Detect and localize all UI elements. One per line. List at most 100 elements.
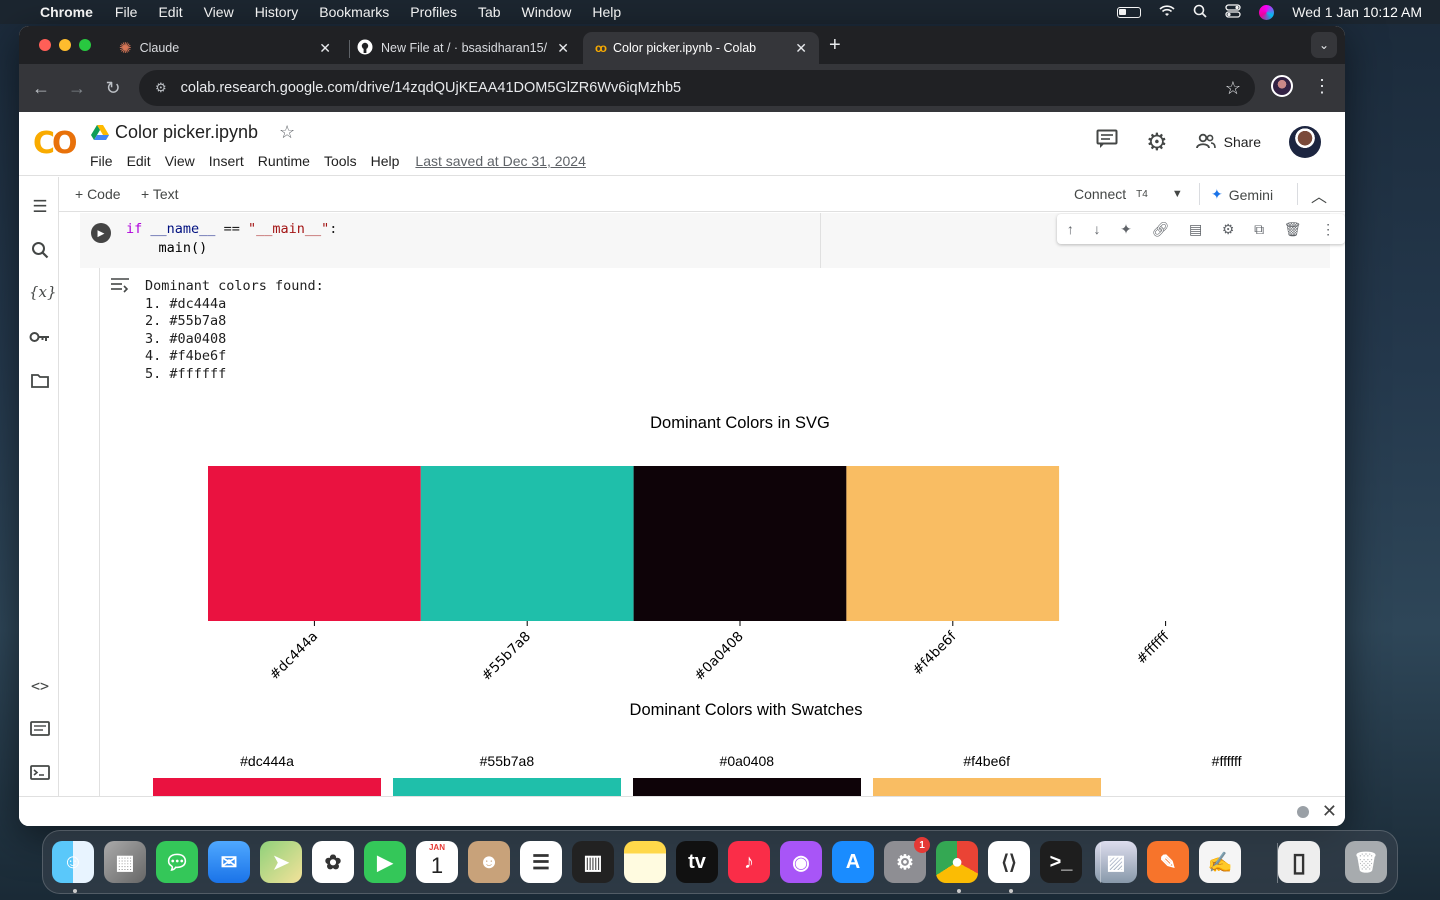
minimize-window-button[interactable]	[59, 39, 71, 51]
chevron-up-icon[interactable]: ︿	[1311, 183, 1327, 207]
star-icon[interactable]: ☆	[279, 122, 295, 143]
table-of-contents-icon[interactable]: ☰	[29, 197, 51, 217]
menu-history[interactable]: History	[255, 4, 299, 20]
menu-bookmarks[interactable]: Bookmarks	[319, 4, 389, 20]
photos-icon[interactable]: ✿	[312, 841, 354, 883]
output-actions-icon[interactable]	[110, 277, 130, 298]
colab-menu-tools[interactable]: Tools	[324, 153, 357, 169]
search-icon[interactable]	[29, 241, 51, 264]
add-text-button[interactable]: + Text	[141, 186, 179, 202]
user-avatar[interactable]	[1289, 126, 1321, 158]
piano-icon[interactable]: ▥	[572, 841, 614, 883]
close-icon[interactable]: ✕	[795, 40, 807, 57]
gemini-button[interactable]: ✦ Gemini	[1211, 186, 1273, 203]
drive-icon[interactable]	[91, 125, 109, 141]
back-icon[interactable]: ←	[23, 78, 59, 99]
address-bar[interactable]: ⚙ colab.research.google.com/drive/14zqdQ…	[139, 70, 1255, 106]
profile-avatar[interactable]	[1271, 75, 1293, 97]
launchpad-icon[interactable]: ▦	[104, 841, 146, 883]
wifi-icon[interactable]	[1159, 4, 1175, 20]
chevron-down-icon[interactable]: ▼	[1172, 188, 1183, 200]
menu-window[interactable]: Window	[522, 4, 572, 20]
colab-menu-runtime[interactable]: Runtime	[258, 153, 310, 169]
variables-icon[interactable]: {x}	[29, 283, 57, 301]
last-saved-link[interactable]: Last saved at Dec 31, 2024	[415, 153, 585, 169]
facetime-icon[interactable]: ▶	[364, 841, 406, 883]
system-settings-icon[interactable]: ⚙ 1	[884, 837, 930, 883]
music-icon[interactable]: ♪	[728, 841, 770, 883]
bookmark-star-icon[interactable]: ☆	[1225, 78, 1241, 99]
tab-colab[interactable]: co Color picker.ipynb - Colab ✕	[583, 32, 819, 64]
settings-gear-icon[interactable]: ⚙	[1146, 128, 1168, 157]
move-up-icon[interactable]: ↑	[1067, 221, 1074, 237]
tv-icon[interactable]: tv	[676, 841, 718, 883]
terminal-icon[interactable]	[29, 765, 51, 785]
menu-help[interactable]: Help	[592, 4, 621, 20]
messages-icon[interactable]: 💬︎	[156, 841, 198, 883]
tab-claude[interactable]: ✺ Claude ✕	[107, 32, 343, 64]
siri-icon[interactable]	[1259, 4, 1275, 20]
menu-app-name[interactable]: Chrome	[40, 4, 93, 20]
contacts-icon[interactable]: ☻	[468, 841, 510, 883]
add-code-button[interactable]: + Code	[75, 186, 121, 202]
more-options-icon[interactable]: ⋮	[1321, 221, 1335, 238]
notes-icon[interactable]	[624, 841, 666, 883]
code-cell[interactable]: ▶ if __name__ == "__main__": main() ↑ ↓ …	[80, 213, 1345, 268]
site-info-icon[interactable]: ⚙	[155, 80, 167, 96]
spotlight-icon[interactable]	[1193, 4, 1207, 21]
python-folder-icon[interactable]: ▯	[1278, 841, 1320, 883]
preview-icon[interactable]: ▨	[1095, 841, 1137, 883]
terminal-icon[interactable]: >_	[1040, 841, 1082, 883]
menu-view[interactable]: View	[204, 4, 234, 20]
cell-settings-icon[interactable]: ⚙	[1222, 221, 1235, 238]
colab-menu-edit[interactable]: Edit	[127, 153, 151, 169]
mirror-cell-icon[interactable]: ⧉	[1254, 221, 1264, 238]
notebook-title[interactable]: Color picker.ipynb	[115, 122, 258, 143]
menu-tab[interactable]: Tab	[478, 4, 501, 20]
close-icon[interactable]: ✕	[1322, 801, 1337, 822]
code-editor[interactable]: if __name__ == "__main__": main()	[126, 220, 337, 258]
command-palette-icon[interactable]	[29, 721, 51, 741]
run-cell-button[interactable]: ▶	[91, 223, 111, 243]
files-folder-icon[interactable]	[29, 373, 51, 393]
code-snippets-icon[interactable]: <>	[29, 677, 51, 695]
menu-file[interactable]: File	[115, 4, 138, 20]
chrome-menu-icon[interactable]: ⋮	[1313, 76, 1331, 97]
mail-icon[interactable]: ✉	[208, 841, 250, 883]
new-tab-button[interactable]: +	[829, 34, 841, 57]
colab-menu-help[interactable]: Help	[371, 153, 400, 169]
maps-icon[interactable]: ➤	[260, 841, 302, 883]
appstore-icon[interactable]: A	[832, 841, 874, 883]
delete-icon[interactable]: 🗑︎	[1284, 221, 1302, 238]
forward-icon[interactable]: →	[59, 78, 95, 99]
battery-icon[interactable]	[1117, 6, 1142, 18]
colab-menu-file[interactable]: File	[90, 153, 113, 169]
colab-menu-insert[interactable]: Insert	[209, 153, 244, 169]
colab-menu-view[interactable]: View	[165, 153, 195, 169]
menu-edit[interactable]: Edit	[158, 4, 182, 20]
connect-button[interactable]: Connect T4 ▼	[1074, 186, 1183, 202]
calendar-icon[interactable]: JAN 1	[416, 841, 458, 883]
textedit-icon[interactable]: ✍	[1199, 841, 1241, 883]
chrome-icon[interactable]: ●	[936, 841, 978, 883]
tab-search-button[interactable]: ⌄	[1311, 32, 1337, 58]
menu-profiles[interactable]: Profiles	[410, 4, 457, 20]
control-center-icon[interactable]	[1225, 3, 1241, 21]
reminders-icon[interactable]: ☰	[520, 841, 562, 883]
pages-icon[interactable]: ✎	[1147, 841, 1189, 883]
comments-icon[interactable]	[1096, 129, 1118, 155]
clock[interactable]: Wed 1 Jan 10:12 AM	[1292, 4, 1422, 20]
share-button[interactable]: Share	[1195, 133, 1261, 152]
close-icon[interactable]: ✕	[319, 40, 331, 57]
close-window-button[interactable]	[39, 39, 51, 51]
link-icon[interactable]: 🔗︎	[1152, 221, 1170, 238]
tab-github[interactable]: New File at / · bsasidharan15/ ✕	[345, 32, 581, 64]
colab-logo[interactable]: CO	[33, 126, 77, 161]
close-icon[interactable]: ✕	[557, 40, 569, 57]
comment-icon[interactable]: ▤	[1189, 221, 1202, 238]
trash-icon[interactable]: 🗑︎	[1345, 841, 1387, 883]
finder-icon[interactable]: ☺	[52, 841, 94, 883]
zoom-window-button[interactable]	[79, 39, 91, 51]
gemini-cell-icon[interactable]: ✦	[1120, 221, 1132, 238]
move-down-icon[interactable]: ↓	[1093, 221, 1100, 237]
